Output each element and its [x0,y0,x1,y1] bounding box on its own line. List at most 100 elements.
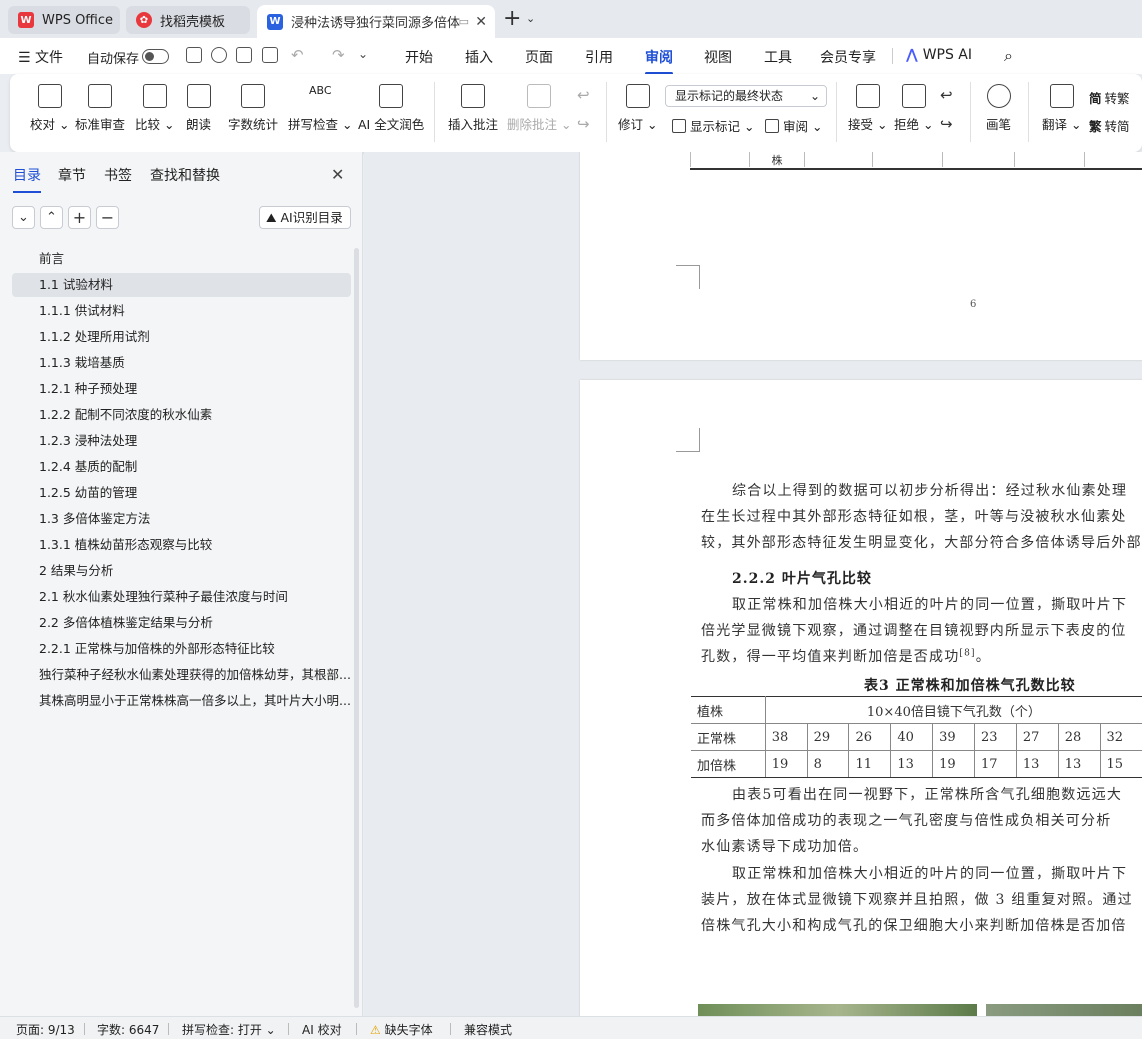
to-traditional-button[interactable]: 简转繁 [1089,88,1130,107]
revise-button[interactable]: 修订 ⌄ [618,84,657,133]
label: 拒绝 [894,117,920,132]
table-cell: 株 [749,152,804,167]
toc-item[interactable]: 2.2.1 正常株与加倍株的外部形态特征比较 [12,637,351,661]
warning-icon: ⚠ [370,1023,381,1037]
share-icon[interactable] [211,47,227,63]
next-change-icon[interactable]: ↪ [940,115,953,133]
toc-item[interactable]: 1.3 多倍体鉴定方法 [12,507,351,531]
toc-item[interactable]: 其株高明显小于正常株株高一倍多以上，其叶片大小明... [12,689,351,713]
file-menu[interactable]: ☰ 文件 [18,47,63,67]
toc-item[interactable]: 前言 [12,247,351,271]
tab-bookmarks[interactable]: 书签 [104,165,132,185]
save-icon[interactable] [186,47,202,63]
spell-check-button[interactable]: ABC 拼写检查 ⌄ [288,84,352,133]
menu-review[interactable]: 审阅 [645,47,673,75]
menu-view[interactable]: 视图 [704,47,732,67]
prev-comment-icon[interactable]: ↩ [577,86,590,104]
more-chevron-icon[interactable]: ⌄ [358,47,368,61]
tab-template[interactable]: ✿ 找稻壳模板 [126,6,250,34]
display-mode-value: 显示标记的最终状态 [675,89,784,103]
accept-button[interactable]: 接受 ⌄ [848,84,887,133]
toc-item[interactable]: 1.1.3 栽培基质 [12,351,351,375]
collapse-up-button[interactable]: ⌃ [40,206,63,229]
toc-item[interactable]: 1.1.2 处理所用试剂 [12,325,351,349]
toc-item[interactable]: 1.1 试验材料 [12,273,351,297]
minus-icon: − [100,208,115,227]
ai-polish-button[interactable]: AI 全文润色 [358,84,424,133]
divider [168,1023,169,1035]
body-line: 而多倍体加倍成功的表现之一气孔密度与倍性成负相关可分析 [701,813,1112,829]
toc-item[interactable]: 1.2.3 浸种法处理 [12,429,351,453]
remove-heading-button[interactable]: − [96,206,119,229]
autosave-toggle[interactable] [142,49,169,64]
pen-button[interactable]: 画笔 [986,84,1011,133]
read-aloud-button[interactable]: 朗读 [186,84,211,133]
add-heading-button[interactable]: + [68,206,91,229]
reject-button[interactable]: 拒绝 ⌄ [894,84,933,133]
print-icon[interactable] [236,47,252,63]
word-count-button[interactable]: 字数统计 [228,84,278,133]
toc-item[interactable]: 1.3.1 植株幼苗形态观察与比较 [12,533,351,557]
toc-item[interactable]: 2 结果与分析 [12,559,351,583]
spell-check-status[interactable]: 拼写检查: 打开 ⌄ [182,1021,276,1038]
table-cell: 15 [1099,750,1142,778]
label: 字数统计 [228,117,279,132]
close-pane-icon[interactable]: ✕ [331,165,344,184]
compare-icon [142,84,167,108]
delete-comment-button[interactable]: 删除批注 ⌄ [507,84,571,133]
page-number: 6 [970,299,977,310]
word-count[interactable]: 字数: 6647 [97,1021,159,1038]
to-simplified-button[interactable]: 繁转简 [1089,116,1130,135]
missing-font-status[interactable]: ⚠ 缺失字体 [370,1021,433,1038]
show-markup-button[interactable]: 显示标记 ⌄ [672,116,754,135]
toc-item[interactable]: 1.1.1 供试材料 [12,299,351,323]
tab-find-replace[interactable]: 查找和替换 [150,165,220,185]
toc-item[interactable]: 1.2.1 种子预处理 [12,377,351,401]
table-cell: 10×40倍目镜下气孔数（个） [765,696,1142,724]
standard-review-button[interactable]: 标准审查 [75,84,125,133]
insert-comment-button[interactable]: 插入批注 [448,84,498,133]
tab-sections[interactable]: 章节 [58,165,86,185]
menu-references[interactable]: 引用 [585,47,613,67]
display-mode-select[interactable]: 显示标记的最终状态 ⌄ [665,85,827,107]
undo-icon[interactable]: ↶ [291,46,304,64]
tab-wps-office[interactable]: W WPS Office [8,6,120,34]
menu-home[interactable]: 开始 [405,47,433,67]
compare-button[interactable]: 比较 ⌄ [135,84,174,133]
prev-table-fragment: 株 [690,152,1142,167]
tab-list-chevron-icon[interactable]: ⌄ [526,12,535,25]
screen-icon[interactable]: ▭ [459,15,469,28]
toc-item[interactable]: 2.2 多倍体植株鉴定结果与分析 [12,611,351,635]
expand-down-button[interactable]: ⌄ [12,206,35,229]
nav-scrollbar[interactable] [354,248,359,1008]
page-indicator[interactable]: 页面: 9/13 [16,1021,75,1038]
ai-toc-button[interactable]: ⛰ AI识别目录 [259,206,351,229]
redo-icon[interactable]: ↷ [332,46,345,64]
review-pane-button[interactable]: 审阅 ⌄ [765,116,822,135]
menu-tools[interactable]: 工具 [764,47,792,67]
toc-item[interactable]: 独行菜种子经秋水仙素处理获得的加倍株幼芽，其根部... [12,663,351,687]
toc-item[interactable]: 1.2.5 幼苗的管理 [12,481,351,505]
toc-item[interactable]: 1.2.4 基质的配制 [12,455,351,479]
delete-comment-icon [527,84,552,108]
label: 缺失字体 [384,1023,433,1037]
crop-mark [676,265,700,289]
proof-button[interactable]: 校对 ⌄ [30,84,69,133]
menu-insert[interactable]: 插入 [465,47,493,67]
toc-item[interactable]: 1.2.2 配制不同浓度的秋水仙素 [12,403,351,427]
menu-member[interactable]: 会员专享 [820,47,876,67]
tab-document[interactable]: W 浸种法诱导独行菜同源多倍体 ▭ ✕ [257,5,495,38]
search-icon[interactable]: ⌕ [1004,46,1013,66]
menu-page[interactable]: 页面 [525,47,553,67]
close-tab-icon[interactable]: ✕ [475,14,487,30]
translate-button[interactable]: 翻译 ⌄ [1042,84,1081,133]
citation[interactable]: [8] [959,648,975,658]
tab-toc[interactable]: 目录 [13,165,41,193]
next-comment-icon[interactable]: ↪ [577,115,590,133]
toc-item[interactable]: 2.1 秋水仙素处理独行菜种子最佳浓度与时间 [12,585,351,609]
print-preview-icon[interactable] [262,47,278,63]
ai-proof-status[interactable]: AI 校对 [302,1021,342,1038]
new-tab-button[interactable]: + [503,6,521,31]
menu-wps-ai[interactable]: ⋀ WPS AI [906,47,972,63]
prev-change-icon[interactable]: ↩ [940,86,953,104]
